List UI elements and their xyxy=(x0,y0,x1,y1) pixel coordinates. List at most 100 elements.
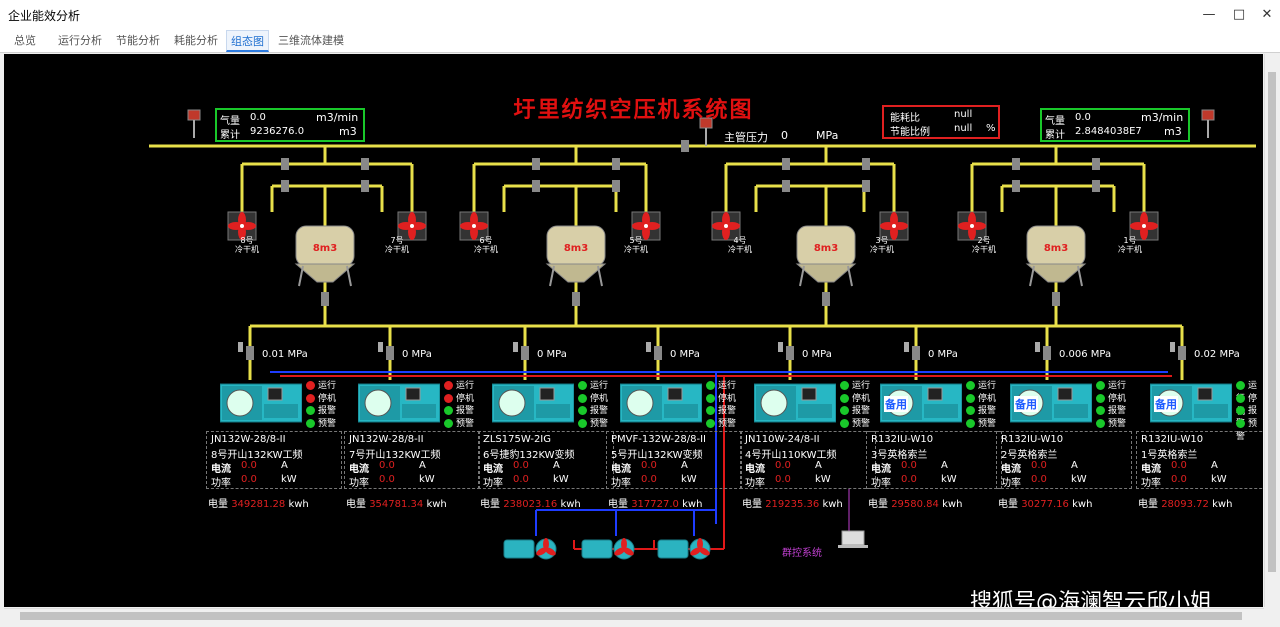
air-tank: 8m3 xyxy=(545,225,607,287)
status-lights: 运行停机报警预警 xyxy=(966,378,996,429)
branch-pressure: 0.02 MPa xyxy=(1194,349,1240,360)
air-compressor[interactable] xyxy=(753,382,837,424)
tab-configuration[interactable]: 组态图 xyxy=(226,30,269,52)
energy-readout: 电量 354781.34 kwh xyxy=(346,499,447,510)
dryer-label: 2号 冷干机 xyxy=(972,236,996,254)
status-lights: 运行停机报警预警 xyxy=(306,378,336,429)
compressor-info-box: R132IU-W10 3号英格索兰 电流 0.0 A 功率 0.0 kW xyxy=(866,431,1002,489)
scada-canvas: 8m3 8m3 8m3 8m3 圩里纺织空压机系统图 气量 0.0 m3/min 累计… xyxy=(4,54,1263,607)
branch-pressure: 0 MPa xyxy=(670,349,700,360)
total-label: 累计 xyxy=(220,130,240,141)
flow-label: 气量 xyxy=(220,116,240,127)
saving-ratio-label: 节能比例 xyxy=(890,127,930,138)
vertical-scrollbar[interactable] xyxy=(1264,54,1279,607)
branch-pressure: 0 MPa xyxy=(537,349,567,360)
branch-pressure: 0 MPa xyxy=(402,349,432,360)
main-pressure-label: 主管压力 xyxy=(724,131,768,144)
branch-pressure: 0.006 MPa xyxy=(1059,349,1112,360)
branch-pressure: 0 MPa xyxy=(802,349,832,360)
energy-readout: 电量 238023.16 kwh xyxy=(480,499,581,510)
compressor-info-box: JN132W-28/8-II 8号开山132KW工频 电流 0.0 A 功率 0.0 kW xyxy=(206,431,342,489)
saving-ratio-unit: % xyxy=(986,123,996,134)
status-lights: 运行停机报警预警 xyxy=(578,378,608,429)
air-compressor[interactable] xyxy=(357,382,441,424)
title-bar: 企业能效分析 — □ ✕ xyxy=(0,0,1280,31)
dryer-label: 8号 冷干机 xyxy=(235,236,259,254)
tab-bar: 总览 运行分析 节能分析 耗能分析 组态图 三维流体建模 xyxy=(0,30,1280,53)
window-title: 企业能效分析 xyxy=(8,9,81,23)
air-tank: 8m3 xyxy=(795,225,857,287)
main-pressure-unit: MPa xyxy=(816,129,839,142)
energy-readout: 电量 30277.16 kwh xyxy=(998,499,1093,510)
air-tank: 8m3 xyxy=(294,225,356,287)
standby-badge: 备用 xyxy=(884,396,908,412)
total-value: 9236276.0 xyxy=(250,126,305,137)
main-pressure-value: 0 xyxy=(781,129,788,142)
compressor-info-box: JN110W-24/8-II 4号开山110KW工频 电流 0.0 A 功率 0.0 kW xyxy=(740,431,876,489)
dryer-label: 6号 冷干机 xyxy=(474,236,498,254)
consumption-ratio-value: null xyxy=(954,109,973,120)
status-lights: 运行停机报警预警 xyxy=(706,378,736,429)
flow-unit: m3/min xyxy=(1141,111,1184,124)
status-lights: 运行停机报警预警 xyxy=(840,378,870,429)
compressor-info-box: ZLS175W-2IG 6号捷豹132KW变频 电流 0.0 A 功率 0.0 kW xyxy=(478,431,614,489)
svg-text:8m3: 8m3 xyxy=(313,243,337,254)
air-compressor[interactable] xyxy=(219,382,303,424)
dryer-label: 1号 冷干机 xyxy=(1118,236,1142,254)
close-icon[interactable]: ✕ xyxy=(1252,4,1280,26)
ratio-box: 能耗比 null 节能比例 null % xyxy=(882,105,1000,139)
energy-readout: 电量 28093.72 kwh xyxy=(1138,499,1233,510)
saving-ratio-value: null xyxy=(954,123,973,134)
tab-3d-fluid[interactable]: 三维流体建模 xyxy=(278,30,344,51)
compressor-info-box: PMVF-132W-28/8-II 5号开山132KW变频 电流 0.0 A 功率 0.0 k… xyxy=(606,431,742,489)
water-pump-icon xyxy=(581,538,635,560)
maximize-icon[interactable]: □ xyxy=(1224,4,1254,26)
flow-meter-left: 气量 0.0 m3/min 累计 9236276.0 m3 xyxy=(215,108,365,142)
air-tank: 8m3 xyxy=(1025,225,1087,287)
tab-overview[interactable]: 总览 xyxy=(14,30,36,51)
consumption-ratio-label: 能耗比 xyxy=(890,113,920,124)
energy-readout: 电量 29580.84 kwh xyxy=(868,499,963,510)
water-pump-icon xyxy=(503,538,557,560)
horizontal-scrollbar[interactable] xyxy=(4,608,1264,623)
total-label: 累计 xyxy=(1045,130,1065,141)
air-compressor[interactable]: 备用 xyxy=(879,382,963,424)
flow-value: 0.0 xyxy=(1075,112,1091,123)
tab-consumption-analysis[interactable]: 耗能分析 xyxy=(174,30,218,51)
air-compressor[interactable]: 备用 xyxy=(1009,382,1093,424)
energy-readout: 电量 317727.0 kwh xyxy=(608,499,703,510)
energy-readout: 电量 349281.28 kwh xyxy=(208,499,309,510)
status-lights: 运行停机报警预警 xyxy=(1236,381,1258,442)
total-unit: m3 xyxy=(339,125,357,138)
dryer-label: 3号 冷干机 xyxy=(870,236,894,254)
flow-label: 气量 xyxy=(1045,116,1065,127)
compressor-info-box: R132IU-W10 2号英格索兰 电流 0.0 A 功率 0.0 kW xyxy=(996,431,1132,489)
dryer-label: 4号 冷干机 xyxy=(728,236,752,254)
air-compressor[interactable]: 备用 xyxy=(1149,382,1233,424)
tab-saving-analysis[interactable]: 节能分析 xyxy=(116,30,160,51)
standby-badge: 备用 xyxy=(1014,396,1038,412)
svg-text:8m3: 8m3 xyxy=(814,243,838,254)
branch-pressure: 0 MPa xyxy=(928,349,958,360)
energy-readout: 电量 219235.36 kwh xyxy=(742,499,843,510)
flow-meter-right: 气量 0.0 m3/min 累计 2.8484038E7 m3 xyxy=(1040,108,1190,142)
group-control-label: 群控系统 xyxy=(782,548,822,559)
flow-unit: m3/min xyxy=(316,111,359,124)
watermark: 搜狐号@海澜智云邱小姐 xyxy=(970,590,1213,607)
flow-value: 0.0 xyxy=(250,112,266,123)
minimize-icon[interactable]: — xyxy=(1194,4,1224,26)
status-lights: 运行停机报警预警 xyxy=(1096,378,1126,429)
svg-text:8m3: 8m3 xyxy=(1044,243,1068,254)
water-pump-icon xyxy=(657,538,711,560)
tab-run-analysis[interactable]: 运行分析 xyxy=(58,30,102,51)
compressor-info-box: R132IU-W10 1号英格索兰 电流 0.0 A 功率 0.0 kW xyxy=(1136,431,1263,489)
air-compressor[interactable] xyxy=(619,382,703,424)
standby-badge: 备用 xyxy=(1154,396,1178,412)
total-value: 2.8484038E7 xyxy=(1075,126,1142,137)
compressor-info-box: JN132W-28/8-II 7号开山132KW工频 电流 0.0 A 功率 0.0 kW xyxy=(344,431,480,489)
dryer-label: 5号 冷干机 xyxy=(624,236,648,254)
svg-text:8m3: 8m3 xyxy=(564,243,588,254)
air-compressor[interactable] xyxy=(491,382,575,424)
branch-pressure: 0.01 MPa xyxy=(262,349,308,360)
status-lights: 运行停机报警预警 xyxy=(444,378,474,429)
